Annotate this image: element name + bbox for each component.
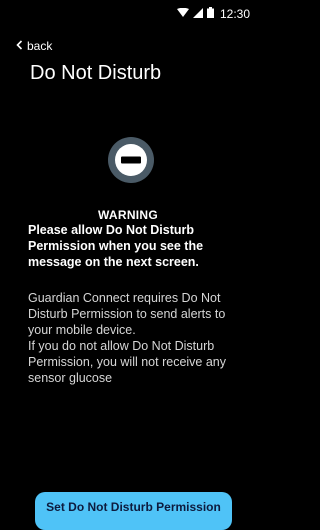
description-paragraph-1: Guardian Connect requires Do Not Disturb… xyxy=(28,291,226,337)
description: Guardian Connect requires Do Not Disturb… xyxy=(28,290,238,386)
status-time: 12:30 xyxy=(219,7,250,21)
status-bar: 12:30 xyxy=(0,0,256,28)
page-title: Do Not Disturb xyxy=(30,62,162,84)
back-button[interactable]: back xyxy=(16,39,52,53)
chevron-left-icon xyxy=(16,39,23,53)
warning-message: Please allow Do Not Disturb Permission w… xyxy=(28,223,204,269)
set-permission-button[interactable]: Set Do Not Disturb Permission xyxy=(35,492,232,530)
wifi-icon xyxy=(176,5,189,23)
signal-icon xyxy=(192,5,203,23)
battery-icon xyxy=(206,5,214,23)
back-label: back xyxy=(27,39,53,53)
description-paragraph-2: If you do not allow Do Not Disturb Permi… xyxy=(28,339,226,385)
do-not-disturb-icon xyxy=(108,137,154,183)
warning-heading: WARNING xyxy=(97,208,159,222)
